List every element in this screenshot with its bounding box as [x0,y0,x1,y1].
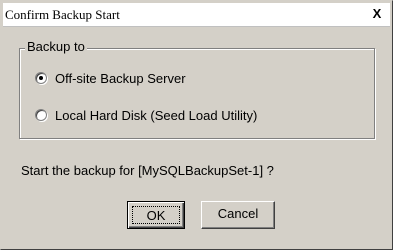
dialog-title: Confirm Backup Start [5,7,120,22]
radio-offsite-label: Off-site Backup Server [55,70,186,86]
cancel-button[interactable]: Cancel [201,201,275,229]
ok-button[interactable]: OK [127,201,185,229]
close-button[interactable]: X [370,7,384,21]
ok-button-label: OK [132,206,180,224]
backup-to-groupbox [19,48,375,139]
confirm-prompt-text: Start the backup for [MySQLBackupSet-1] … [21,163,274,178]
backup-to-label: Backup to [25,39,87,55]
radio-local-hard-disk[interactable]: Local Hard Disk (Seed Load Utility) [35,106,257,124]
title-bar[interactable]: Confirm Backup Start X [3,3,390,27]
radio-offsite-backup-server[interactable]: Off-site Backup Server [35,69,186,87]
radio-button-unselected[interactable] [35,109,47,121]
radio-local-label: Local Hard Disk (Seed Load Utility) [55,107,258,123]
radio-button-selected[interactable] [35,72,47,84]
confirm-backup-dialog: Confirm Backup Start X Backup to Off-sit… [0,0,393,250]
